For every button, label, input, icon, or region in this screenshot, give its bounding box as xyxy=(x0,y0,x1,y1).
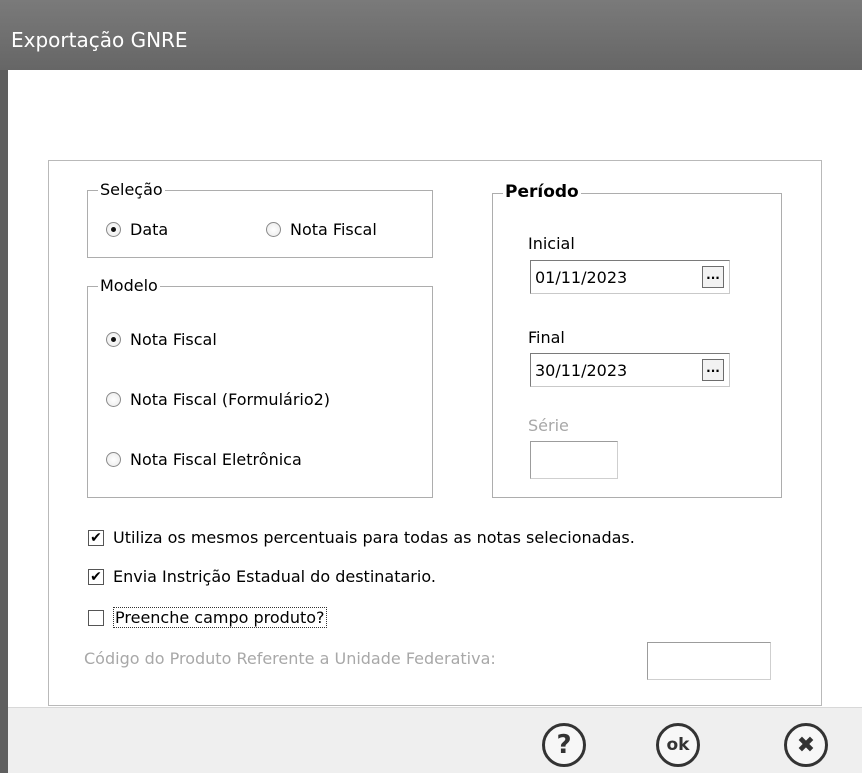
final-date-field[interactable]: 30/11/2023 ... xyxy=(530,353,730,387)
final-label: Final xyxy=(528,328,565,347)
radio-data-indicator xyxy=(106,222,121,237)
radio-nota-fiscal[interactable]: Nota Fiscal xyxy=(266,220,377,239)
codigo-produto-input[interactable] xyxy=(647,642,771,680)
radio-modelo-formulario2-indicator xyxy=(106,392,121,407)
help-button[interactable]: ? xyxy=(542,723,586,767)
ok-button[interactable]: ok xyxy=(656,723,700,767)
radio-modelo-eletronica[interactable]: Nota Fiscal Eletrônica xyxy=(106,450,302,469)
checkbox-preenche-produto[interactable]: Preenche campo produto? xyxy=(88,607,327,628)
final-date-picker-button[interactable]: ... xyxy=(702,359,724,381)
ok-icon: ok xyxy=(666,735,690,755)
radio-data[interactable]: Data xyxy=(106,220,168,239)
radio-modelo-nota-fiscal-label: Nota Fiscal xyxy=(130,330,217,349)
help-icon: ? xyxy=(556,730,572,760)
checkbox-preenche-produto-box xyxy=(88,609,104,626)
inicial-label: Inicial xyxy=(528,234,575,253)
radio-modelo-formulario2-label: Nota Fiscal (Formulário2) xyxy=(130,390,331,409)
checkbox-preenche-produto-label: Preenche campo produto? xyxy=(113,607,327,628)
checkbox-envia-ie-box: ✔ xyxy=(88,568,104,585)
radio-modelo-nota-fiscal[interactable]: Nota Fiscal xyxy=(106,330,217,349)
periodo-legend: Período xyxy=(503,182,581,202)
checkbox-mesmos-percentuais[interactable]: ✔ Utiliza os mesmos percentuais para tod… xyxy=(88,528,635,547)
radio-data-label: Data xyxy=(130,220,169,239)
checkbox-envia-ie-label: Envia Instrição Estadual do destinatario… xyxy=(113,567,436,586)
checkbox-mesmos-percentuais-box: ✔ xyxy=(88,529,104,546)
title-bar: Exportação GNRE xyxy=(0,0,862,70)
final-date-value: 30/11/2023 xyxy=(535,361,628,380)
serie-input[interactable] xyxy=(530,441,618,479)
radio-modelo-formulario2[interactable]: Nota Fiscal (Formulário2) xyxy=(106,390,330,409)
radio-modelo-eletronica-indicator xyxy=(106,452,121,467)
window-border xyxy=(0,70,8,773)
radio-nota-fiscal-indicator xyxy=(266,222,281,237)
checkbox-envia-ie[interactable]: ✔ Envia Instrição Estadual do destinatar… xyxy=(88,567,436,586)
options-panel: Seleção Data Nota Fiscal Modelo Nota Fis… xyxy=(48,160,822,706)
modelo-legend: Modelo xyxy=(98,276,160,295)
radio-nota-fiscal-label: Nota Fiscal xyxy=(290,220,377,239)
radio-modelo-nota-fiscal-indicator xyxy=(106,332,121,347)
close-icon: ✖ xyxy=(796,732,816,758)
radio-modelo-eletronica-label: Nota Fiscal Eletrônica xyxy=(130,450,302,469)
inicial-date-field[interactable]: 01/11/2023 ... xyxy=(530,260,730,294)
codigo-produto-label: Código do Produto Referente a Unidade Fe… xyxy=(84,649,496,668)
serie-label: Série xyxy=(528,416,569,435)
periodo-group: Período Inicial 01/11/2023 ... Final 30/… xyxy=(492,183,782,498)
button-bar: ? ok ✖ xyxy=(8,707,862,773)
window-title: Exportação GNRE xyxy=(11,28,188,52)
dialog-body: Seleção Data Nota Fiscal Modelo Nota Fis… xyxy=(8,70,862,707)
selecao-group: Seleção Data Nota Fiscal xyxy=(87,181,433,258)
inicial-date-value: 01/11/2023 xyxy=(535,268,628,287)
inicial-date-picker-button[interactable]: ... xyxy=(702,266,724,288)
selecao-legend: Seleção xyxy=(98,180,165,199)
cancel-button[interactable]: ✖ xyxy=(784,723,828,767)
checkbox-mesmos-percentuais-label: Utiliza os mesmos percentuais para todas… xyxy=(113,528,635,547)
modelo-group: Modelo Nota Fiscal Nota Fiscal (Formulár… xyxy=(87,277,433,498)
